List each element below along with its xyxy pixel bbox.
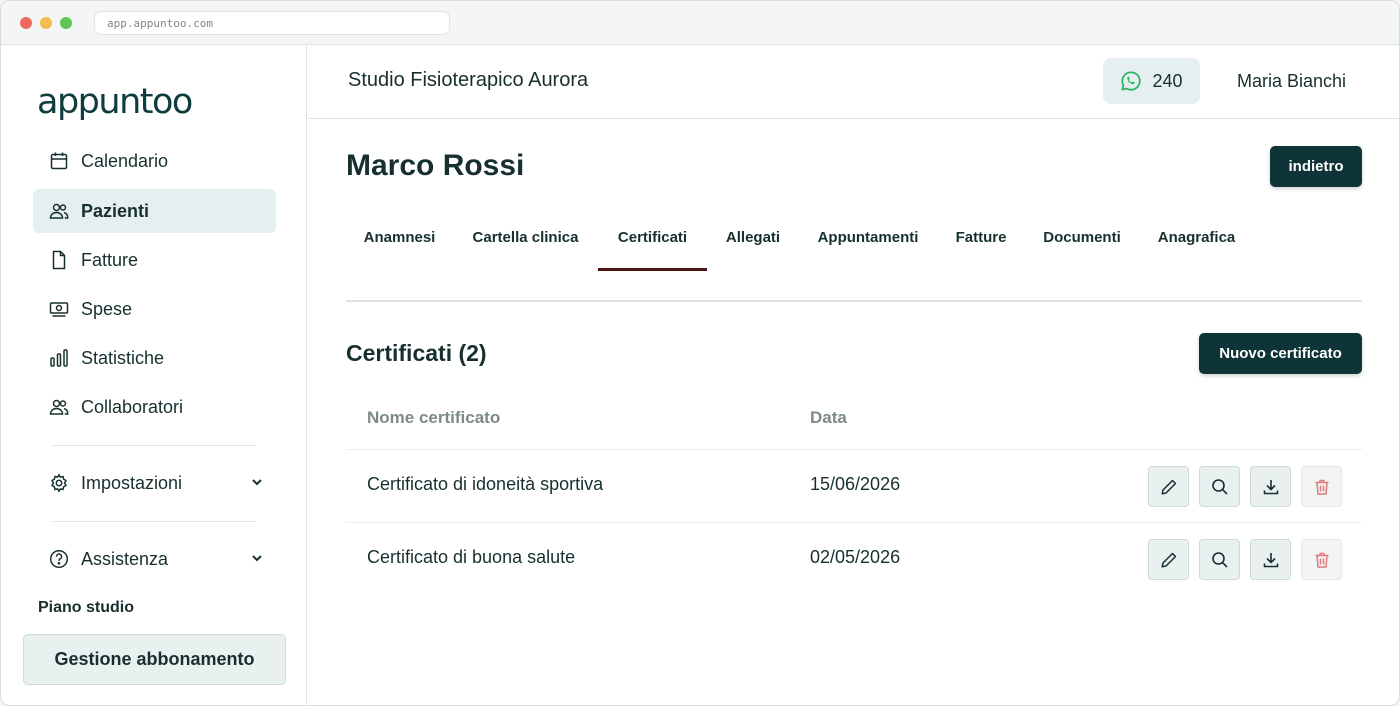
- column-header-date: Data: [810, 408, 847, 427]
- whatsapp-icon: [1121, 71, 1142, 91]
- edit-button[interactable]: [1148, 539, 1189, 580]
- whatsapp-credits-badge[interactable]: 240: [1103, 58, 1200, 104]
- delete-button[interactable]: [1301, 466, 1342, 507]
- tab-anagrafica[interactable]: Anagrafica: [1139, 219, 1254, 271]
- certificate-date: 02/05/2026: [810, 547, 901, 567]
- sidebar-divider: [53, 521, 256, 522]
- window-maximize-button[interactable]: [60, 17, 72, 29]
- tabs-divider: [346, 300, 1362, 302]
- whatsapp-count: 240: [1152, 70, 1183, 91]
- back-button[interactable]: indietro: [1270, 146, 1362, 187]
- sidebar-item-label: Pazienti: [81, 200, 150, 221]
- view-button[interactable]: [1199, 466, 1240, 507]
- document-icon: [49, 250, 69, 270]
- section-title: Certificati (2): [346, 340, 487, 366]
- row-divider: [346, 449, 1362, 450]
- download-button[interactable]: [1250, 466, 1291, 507]
- users-icon: [49, 397, 69, 417]
- gear-icon: [49, 473, 69, 493]
- download-button[interactable]: [1250, 539, 1291, 580]
- sidebar-item-impostazioni[interactable]: Impostazioni: [33, 461, 276, 505]
- search-icon: [1211, 551, 1228, 568]
- certificate-date: 15/06/2026: [810, 474, 901, 494]
- sidebar-item-statistiche[interactable]: Statistiche: [33, 336, 276, 380]
- sidebar-item-label: Statistiche: [81, 347, 165, 368]
- app-window: app.appuntoo.com appuntoo Calendario Paz…: [0, 0, 1400, 706]
- manage-subscription-button[interactable]: Gestione abbonamento: [23, 634, 286, 685]
- users-icon: [49, 201, 69, 221]
- tab-anamnesi[interactable]: Anamnesi: [346, 219, 453, 271]
- row-divider: [346, 522, 1362, 523]
- sidebar-item-collaboratori[interactable]: Collaboratori: [33, 385, 276, 429]
- sidebar-item-label: Fatture: [81, 249, 139, 270]
- sidebar-item-spese[interactable]: Spese: [33, 287, 276, 331]
- tab-documenti[interactable]: Documenti: [1025, 219, 1139, 271]
- plan-title: Piano studio: [38, 599, 134, 616]
- calendar-icon: [49, 151, 69, 171]
- certificate-name: Certificato di idoneità sportiva: [367, 474, 604, 494]
- sidebar-item-label: Calendario: [81, 150, 169, 171]
- user-menu[interactable]: Maria Bianchi: [1237, 71, 1346, 92]
- delete-button[interactable]: [1301, 539, 1342, 580]
- sidebar-divider: [53, 445, 256, 446]
- pencil-icon: [1160, 479, 1176, 495]
- tab-allegati[interactable]: Allegati: [707, 219, 799, 271]
- pencil-icon: [1160, 552, 1176, 568]
- sidebar-item-label: Collaboratori: [81, 396, 184, 417]
- download-icon: [1263, 552, 1278, 567]
- sidebar-item-calendario[interactable]: Calendario: [33, 139, 276, 183]
- tab-appuntamenti[interactable]: Appuntamenti: [799, 219, 937, 271]
- sidebar-item-label: Assistenza: [81, 548, 169, 569]
- topbar: Studio Fisioterapico Aurora 240 Maria Bi…: [308, 46, 1399, 119]
- edit-button[interactable]: [1148, 466, 1189, 507]
- chevron-down-icon: [252, 555, 262, 562]
- logo[interactable]: appuntoo: [37, 80, 193, 124]
- help-circle-icon: [49, 549, 69, 569]
- browser-chrome: app.appuntoo.com: [1, 1, 1399, 45]
- sidebar-item-label: Spese: [81, 298, 133, 319]
- tab-cartella-clinica[interactable]: Cartella clinica: [453, 219, 598, 271]
- view-button[interactable]: [1199, 539, 1240, 580]
- page-title: Marco Rossi: [346, 149, 525, 182]
- url-bar[interactable]: app.appuntoo.com: [94, 11, 450, 35]
- trash-icon: [1315, 552, 1328, 568]
- tab-bar: Anamnesi Cartella clinica Certificati Al…: [346, 219, 1362, 272]
- money-icon: [49, 299, 69, 319]
- tab-fatture[interactable]: Fatture: [937, 219, 1025, 271]
- new-certificate-button[interactable]: Nuovo certificato: [1199, 333, 1362, 374]
- sidebar-item-fatture[interactable]: Fatture: [33, 238, 276, 282]
- sidebar-item-pazienti[interactable]: Pazienti: [33, 189, 276, 233]
- studio-name: Studio Fisioterapico Aurora: [348, 69, 589, 91]
- certificate-name: Certificato di buona salute: [367, 547, 576, 567]
- search-icon: [1211, 478, 1228, 495]
- sidebar: appuntoo Calendario Pazienti Fatture Spe…: [1, 46, 307, 705]
- sidebar-item-label: Impostazioni: [81, 472, 183, 493]
- download-icon: [1263, 479, 1278, 494]
- trash-icon: [1315, 479, 1328, 495]
- column-header-name: Nome certificato: [367, 408, 501, 427]
- chevron-down-icon: [252, 479, 262, 486]
- window-close-button[interactable]: [20, 17, 32, 29]
- tab-certificati[interactable]: Certificati: [598, 219, 707, 271]
- bar-chart-icon: [49, 348, 69, 368]
- window-minimize-button[interactable]: [40, 17, 52, 29]
- sidebar-item-assistenza[interactable]: Assistenza: [33, 537, 276, 581]
